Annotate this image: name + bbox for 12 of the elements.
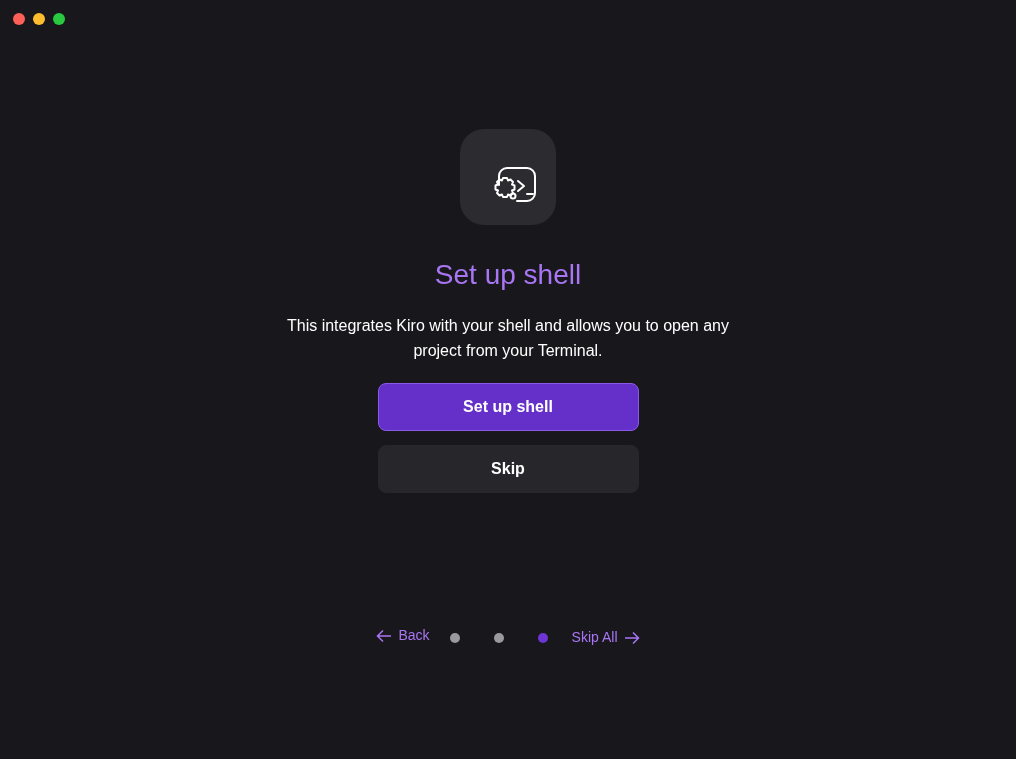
app-icon: [460, 129, 556, 225]
page-title: Set up shell: [434, 258, 582, 292]
close-window-button[interactable]: [13, 13, 25, 25]
left-arrow-icon: [376, 628, 393, 643]
setup-button[interactable]: Set up shell: [377, 383, 639, 431]
description-text: This integrates Kiro with your shell and allows you to open any project from your Terminal.: [286, 316, 730, 361]
skip-all-link[interactable]: Skip All: [571, 627, 640, 648]
back-link[interactable]: Back: [376, 625, 430, 646]
right-arrow-icon: [623, 630, 640, 645]
minimize-window-button[interactable]: [33, 13, 45, 25]
zoom-window-button[interactable]: [53, 13, 65, 25]
skip-button[interactable]: Skip: [377, 445, 639, 493]
